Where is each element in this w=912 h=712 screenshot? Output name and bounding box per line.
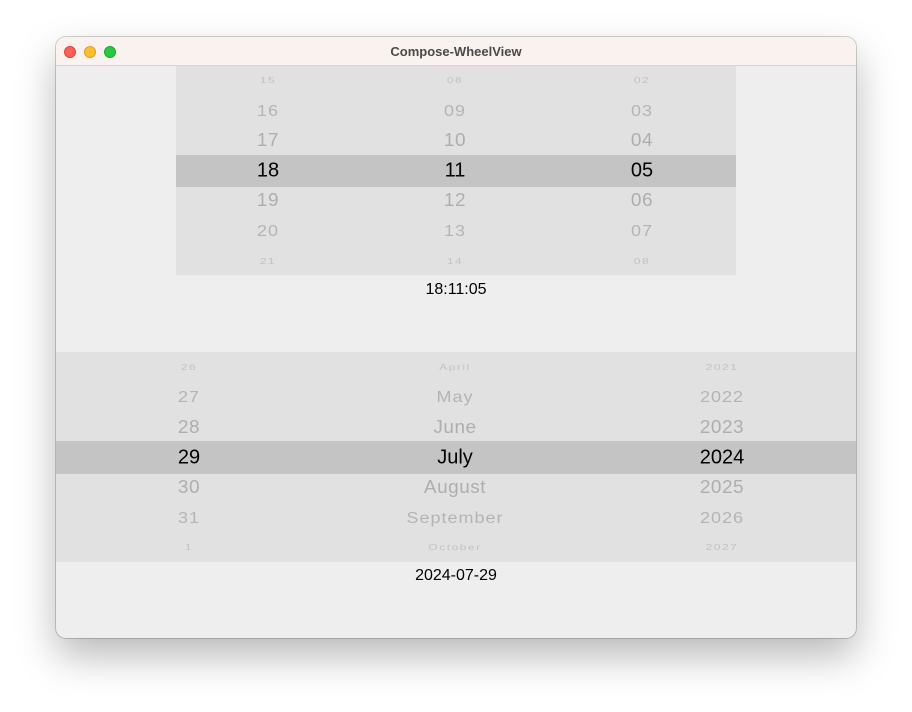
wheel-item-selected[interactable]: 11 — [355, 160, 555, 183]
wheel-item[interactable]: 02 — [542, 75, 742, 85]
wheel-item[interactable]: 20 — [168, 222, 368, 240]
wheel-item[interactable]: 17 — [168, 130, 368, 151]
wheel-item[interactable]: 16 — [168, 102, 368, 120]
wheel-item-selected[interactable]: 05 — [542, 160, 742, 183]
app-window: Compose-WheelView 15 16 17 18 19 20 21 0… — [56, 37, 856, 638]
wheel-item[interactable]: 14 — [355, 256, 555, 266]
wheel-item[interactable]: 06 — [542, 190, 742, 211]
wheel-item[interactable]: August — [355, 477, 555, 498]
day-wheel[interactable]: 26 27 28 29 30 31 1 — [89, 352, 289, 562]
wheel-item[interactable]: 31 — [89, 509, 289, 527]
wheel-item[interactable]: 12 — [355, 190, 555, 211]
wheel-item[interactable]: 21 — [168, 256, 368, 266]
wheel-item[interactable]: 19 — [168, 190, 368, 211]
selected-time-label: 18:11:05 — [425, 281, 487, 298]
wheel-item[interactable]: 27 — [89, 388, 289, 406]
wheel-item[interactable]: 2027 — [622, 542, 822, 552]
wheel-item[interactable]: 13 — [355, 222, 555, 240]
wheel-item-selected[interactable]: 29 — [89, 447, 289, 470]
second-wheel[interactable]: 02 03 04 05 06 07 08 — [542, 66, 742, 275]
wheel-item[interactable]: April — [355, 362, 555, 372]
wheel-item[interactable]: October — [355, 542, 555, 552]
hour-wheel[interactable]: 15 16 17 18 19 20 21 — [168, 66, 368, 275]
wheel-item[interactable]: 07 — [542, 222, 742, 240]
wheel-item[interactable]: 28 — [89, 417, 289, 438]
wheel-item-selected[interactable]: July — [355, 447, 555, 470]
wheel-item[interactable]: 26 — [89, 362, 289, 372]
wheel-item[interactable]: 2026 — [622, 509, 822, 527]
wheel-item-selected[interactable]: 18 — [168, 160, 368, 183]
wheel-item[interactable]: 04 — [542, 130, 742, 151]
wheel-item[interactable]: May — [355, 388, 555, 406]
time-wheel-picker: 15 16 17 18 19 20 21 08 09 10 11 12 13 1… — [176, 66, 736, 275]
minute-wheel[interactable]: 08 09 10 11 12 13 14 — [355, 66, 555, 275]
month-wheel[interactable]: April May June July August September Oct… — [355, 352, 555, 562]
wheel-item-selected[interactable]: 2024 — [622, 447, 822, 470]
wheel-item[interactable]: September — [355, 509, 555, 527]
date-wheel-picker: 26 27 28 29 30 31 1 April May June July … — [56, 352, 856, 562]
wheel-item[interactable]: 2021 — [622, 362, 822, 372]
window-title: Compose-WheelView — [390, 44, 522, 59]
wheel-item[interactable]: 15 — [168, 75, 368, 85]
title-bar: Compose-WheelView — [56, 37, 856, 66]
wheel-item[interactable]: 1 — [89, 542, 289, 552]
wheel-item[interactable]: 08 — [355, 75, 555, 85]
wheel-item[interactable]: 03 — [542, 102, 742, 120]
wheel-item[interactable]: 30 — [89, 477, 289, 498]
wheel-item[interactable]: 10 — [355, 130, 555, 151]
wheel-item[interactable]: 2022 — [622, 388, 822, 406]
wheel-item[interactable]: 2025 — [622, 477, 822, 498]
year-wheel[interactable]: 2021 2022 2023 2024 2025 2026 2027 — [622, 352, 822, 562]
selected-date-label: 2024-07-29 — [415, 567, 497, 584]
wheel-item[interactable]: 09 — [355, 102, 555, 120]
wheel-item[interactable]: 2023 — [622, 417, 822, 438]
wheel-item[interactable]: June — [355, 417, 555, 438]
wheel-item[interactable]: 08 — [542, 256, 742, 266]
